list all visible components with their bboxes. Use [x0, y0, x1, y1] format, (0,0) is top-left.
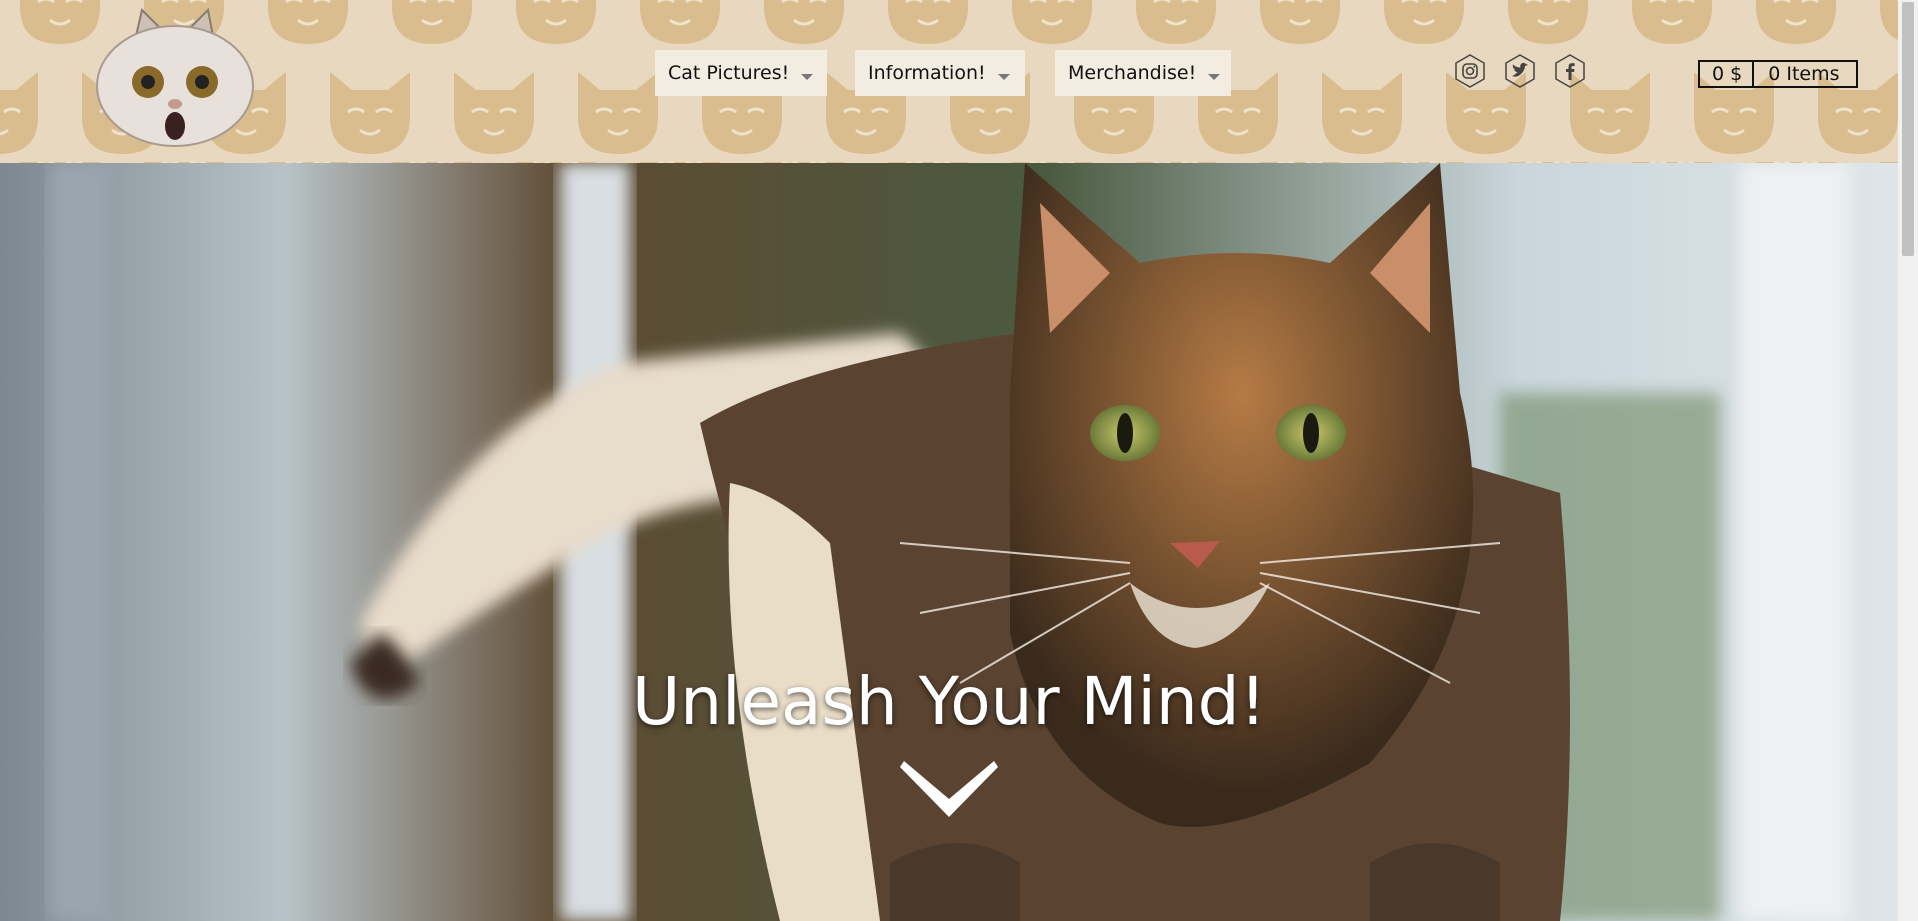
cart-item-count: 0 Items — [1768, 63, 1840, 85]
nav-cat-pictures[interactable]: Cat Pictures! — [655, 50, 827, 96]
instagram-icon[interactable] — [1453, 54, 1487, 88]
hero-title: Unleash Your Mind! — [631, 663, 1267, 740]
nav-merchandise-label: Merchandise! — [1068, 62, 1197, 84]
chevron-down-icon — [1208, 74, 1221, 80]
facebook-icon[interactable] — [1553, 54, 1587, 88]
nav-cat-pictures-label: Cat Pictures! — [668, 62, 790, 84]
hero-banner: Unleash Your Mind! — [0, 163, 1898, 921]
nav-merchandise[interactable]: Merchandise! — [1055, 50, 1231, 96]
twitter-icon[interactable] — [1503, 54, 1537, 88]
cart-total: 0 $ — [1700, 62, 1755, 86]
cart-summary[interactable]: 0 $ 0 Items — [1698, 60, 1858, 88]
chevron-down-icon — [801, 74, 814, 80]
nav-information[interactable]: Information! — [855, 50, 1025, 96]
site-header: Cat Pictures! Information! Merchandise! … — [0, 0, 1898, 163]
nav-information-label: Information! — [868, 62, 986, 84]
page-scrollbar[interactable] — [1898, 0, 1918, 921]
chevron-down-icon — [997, 74, 1010, 80]
scrollbar-thumb[interactable] — [1902, 2, 1914, 256]
chevron-down-icon[interactable] — [900, 761, 998, 817]
site-logo[interactable] — [90, 4, 260, 159]
